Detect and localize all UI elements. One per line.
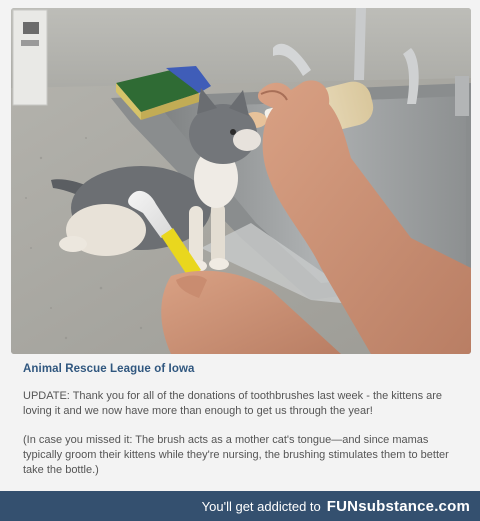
source-link[interactable]: Animal Rescue League of Iowa [23, 363, 459, 375]
explanation-paragraph: (In case you missed it: The brush acts a… [23, 434, 449, 476]
post-card: Animal Rescue League of Iowa UPDATE: Tha… [0, 0, 480, 491]
post-body: Animal Rescue League of Iowa UPDATE: Tha… [23, 363, 459, 492]
footer-tagline: You'll get addicted to [201, 498, 321, 514]
faucet [354, 8, 366, 80]
kitten-photo [11, 8, 471, 354]
update-paragraph: UPDATE: Thank you for all of the donatio… [23, 390, 443, 417]
footer-brand: FUNsubstance.com [326, 497, 470, 515]
watermark-footer: You'll get addicted to FUNsubstance.com [0, 491, 480, 521]
